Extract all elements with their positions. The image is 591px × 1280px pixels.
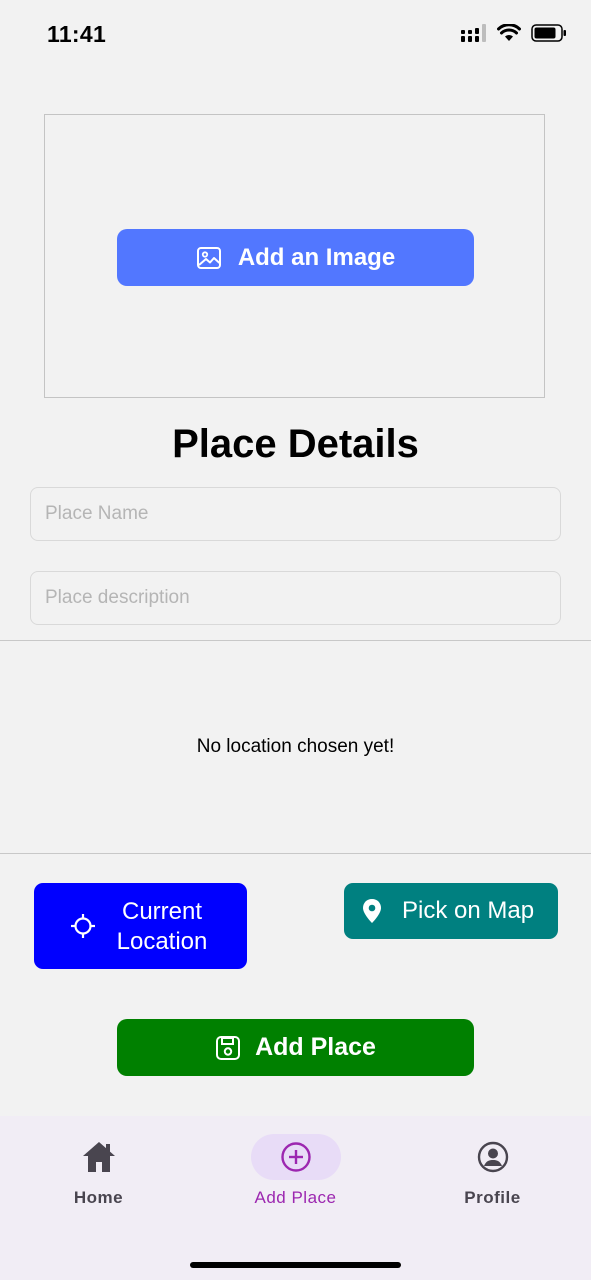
place-description-input[interactable]	[30, 571, 561, 625]
home-indicator	[190, 1262, 401, 1268]
add-place-label: Add Place	[255, 1033, 376, 1061]
add-image-button[interactable]: Add an Image	[117, 229, 474, 286]
image-icon	[196, 246, 221, 269]
nav-item-profile[interactable]: Profile	[394, 1116, 591, 1226]
status-icons	[461, 24, 567, 42]
add-place-button[interactable]: Add Place	[117, 1019, 474, 1076]
profile-icon	[477, 1141, 508, 1173]
current-location-label: Current Location	[116, 898, 208, 955]
nav-item-add-place[interactable]: Add Place	[197, 1116, 394, 1226]
home-icon	[82, 1142, 115, 1172]
pick-on-map-label: Pick on Map	[402, 897, 535, 924]
save-icon	[216, 1035, 241, 1060]
nav-label-home: Home	[73, 1188, 124, 1207]
map-pin-icon	[363, 899, 381, 923]
current-location-button[interactable]: Current Location	[34, 883, 247, 969]
status-bar: 11:41	[0, 0, 591, 70]
add-image-label: Add an Image	[237, 243, 396, 271]
bottom-navigation-bar: Home Add Place Profile	[0, 1116, 591, 1280]
place-name-input[interactable]	[30, 487, 561, 541]
add-circle-icon	[280, 1142, 311, 1172]
nav-label-add-place: Add Place	[254, 1188, 337, 1207]
cellular-signal-icon	[461, 24, 486, 42]
nav-item-home[interactable]: Home	[0, 1116, 197, 1226]
nav-label-profile: Profile	[464, 1188, 521, 1207]
location-preview: No location chosen yet!	[0, 640, 591, 854]
wifi-icon	[497, 24, 521, 41]
no-location-text: No location chosen yet!	[196, 736, 395, 757]
page-title: Place Details	[172, 422, 419, 466]
battery-icon	[531, 24, 566, 42]
status-time: 11:41	[47, 21, 107, 47]
crosshair-icon	[71, 914, 95, 938]
pick-on-map-button[interactable]: Pick on Map	[344, 883, 558, 939]
